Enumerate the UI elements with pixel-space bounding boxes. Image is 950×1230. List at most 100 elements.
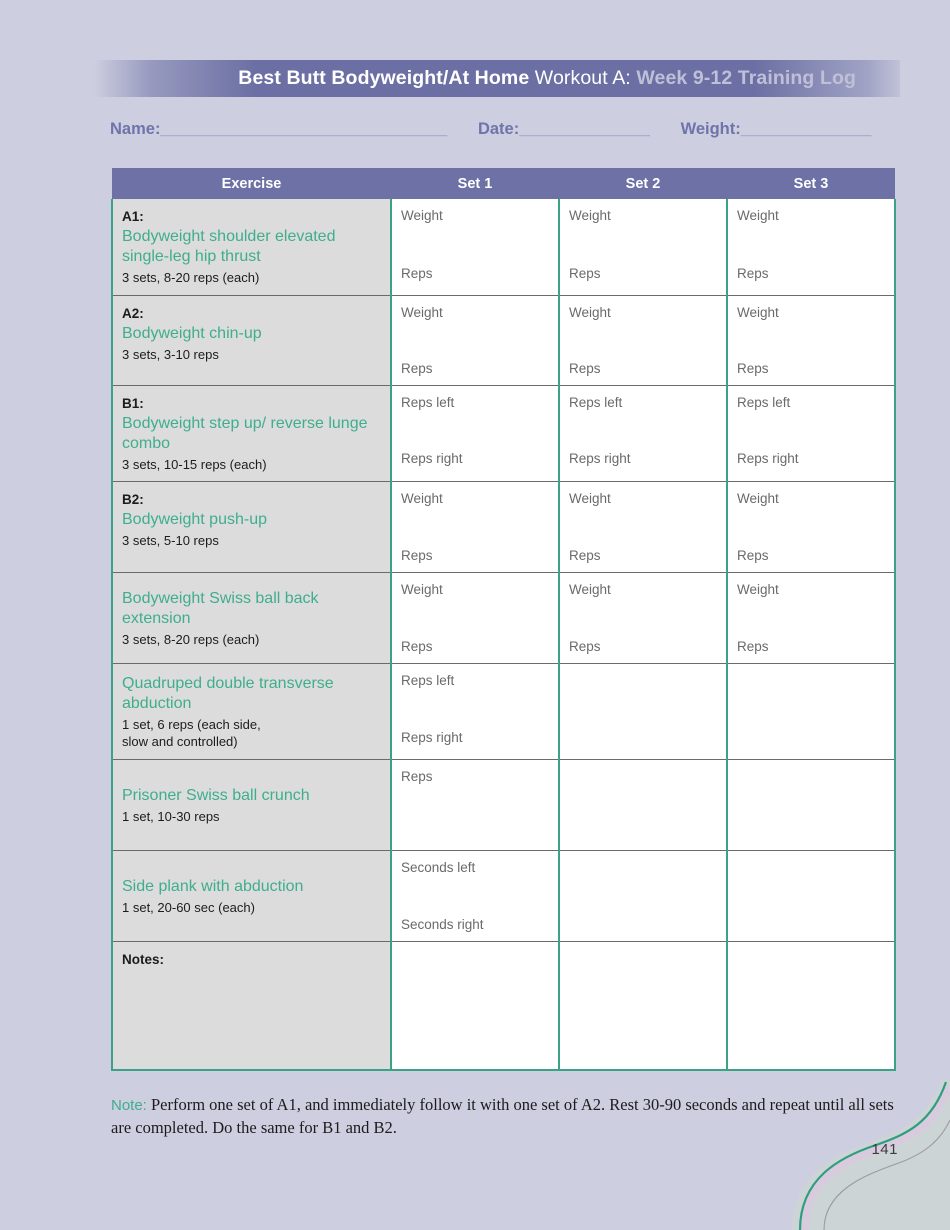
- set-label-top: Weight: [737, 582, 779, 598]
- set-1-cell[interactable]: Weight Reps: [390, 572, 559, 665]
- page-number: 141: [871, 1141, 898, 1158]
- set-cell-inner: [560, 760, 726, 850]
- set-label-top: Weight: [569, 208, 611, 223]
- set-cell-inner: Weight Reps: [392, 199, 558, 290]
- exercise-detail: 1 set, 20-60 sec (each): [122, 900, 255, 916]
- set-2-cell[interactable]: [558, 850, 727, 943]
- title-workout: Workout A:: [534, 67, 631, 89]
- set-cell-inner: Seconds left Seconds right: [392, 851, 558, 941]
- exercise-cell: B2: Bodyweight push-up 3 sets, 5-10 reps: [111, 481, 392, 574]
- set-label-bottom: Reps: [737, 548, 769, 564]
- set-label-bottom: Reps: [401, 639, 433, 655]
- set-label-bottom: Reps: [401, 548, 433, 564]
- page-title: Best Butt Bodyweight/At Home Workout A: …: [238, 67, 856, 90]
- set-label-top: Weight: [569, 582, 611, 598]
- set-label-top: Weight: [737, 208, 779, 223]
- set-1-cell[interactable]: Seconds left Seconds right: [390, 850, 559, 943]
- set-3-cell[interactable]: [726, 941, 896, 1072]
- exercise-name: Prisoner Swiss ball crunch: [122, 787, 310, 805]
- exercise-cell: Notes:: [111, 941, 392, 1072]
- set-cell-inner: Weight Reps: [560, 573, 726, 663]
- set-cell-inner: Weight Reps: [392, 573, 558, 663]
- set-1-cell[interactable]: [390, 941, 559, 1072]
- set-2-cell[interactable]: Weight Reps: [558, 481, 727, 574]
- column-header-exercise: Exercise: [112, 168, 391, 199]
- table-header: Exercise Set 1 Set 2 Set 3: [112, 168, 895, 199]
- set-cell-inner: Weight Reps: [728, 296, 894, 385]
- title-bar: Best Butt Bodyweight/At Home Workout A: …: [94, 60, 900, 97]
- title-series: Best Butt Bodyweight/At Home: [238, 67, 530, 89]
- table-row: Quadruped double transverse abduction 1 s…: [111, 663, 896, 761]
- exercise-name: Bodyweight chin-up: [122, 324, 262, 342]
- name-field[interactable]: Name:_________________________________: [110, 120, 447, 139]
- set-cell-inner: [728, 942, 894, 1069]
- footer-note: Note: Perform one set of A1, and immedia…: [111, 1093, 901, 1140]
- set-cell-inner: [560, 664, 726, 754]
- exercise-detail: 3 sets, 8-20 reps (each): [122, 632, 260, 648]
- set-cell-inner: Reps left Reps right: [560, 386, 726, 475]
- set-label-bottom: Reps: [569, 265, 601, 281]
- set-label-bottom: Reps: [737, 360, 769, 376]
- set-3-cell[interactable]: Weight Reps: [726, 295, 896, 386]
- set-1-cell[interactable]: Weight Reps: [390, 199, 559, 296]
- set-2-cell[interactable]: Weight Reps: [558, 295, 727, 386]
- set-2-cell[interactable]: Weight Reps: [558, 572, 727, 665]
- set-label-bottom: Reps: [569, 639, 601, 655]
- set-cell-inner: [392, 942, 558, 1069]
- exercise-tag: Notes:: [122, 952, 165, 968]
- table-row: B1: Bodyweight step up/ reverse lunge com…: [111, 385, 896, 483]
- set-1-cell[interactable]: Weight Reps: [390, 295, 559, 386]
- weight-label: Weight:: [680, 120, 741, 138]
- set-label-bottom: Reps: [737, 639, 769, 655]
- set-1-cell[interactable]: Reps left Reps right: [390, 663, 559, 761]
- set-cell-inner: [728, 851, 894, 941]
- set-2-cell[interactable]: Reps left Reps right: [558, 385, 727, 483]
- exercise-name: Bodyweight step up/ reverse lunge combo: [122, 414, 368, 452]
- set-label-bottom: Reps: [737, 265, 769, 281]
- set-label-bottom: Reps: [569, 548, 601, 564]
- table-row: Prisoner Swiss ball crunch 1 set, 10-30 r…: [111, 759, 896, 852]
- exercise-name: Bodyweight shoulder elevated single-leg …: [122, 227, 336, 265]
- set-3-cell[interactable]: Reps left Reps right: [726, 385, 896, 483]
- exercise-detail: 3 sets, 10-15 reps (each): [122, 456, 267, 472]
- set-label-top: Weight: [401, 208, 443, 223]
- table-row: Bodyweight Swiss ball back extension 3 se…: [111, 572, 896, 665]
- note-text: Perform one set of A1, and immediately f…: [111, 1095, 894, 1138]
- set-1-cell[interactable]: Weight Reps: [390, 481, 559, 574]
- exercise-detail: 1 set, 6 reps (each side, slow and contro…: [122, 717, 261, 750]
- exercise-tag: B2:: [122, 492, 144, 508]
- set-2-cell[interactable]: [558, 759, 727, 852]
- set-3-cell[interactable]: Weight Reps: [726, 572, 896, 665]
- set-cell-inner: Weight Reps: [728, 482, 894, 572]
- column-header-set-1: Set 1: [391, 168, 559, 199]
- set-1-cell[interactable]: Reps left Reps right: [390, 385, 559, 483]
- set-label-bottom: Reps: [569, 360, 601, 376]
- set-3-cell[interactable]: [726, 850, 896, 943]
- set-2-cell[interactable]: Weight Reps: [558, 199, 727, 296]
- set-2-cell[interactable]: [558, 941, 727, 1072]
- set-label-bottom: Reps right: [401, 450, 463, 466]
- weight-field[interactable]: Weight:_______________: [680, 120, 872, 139]
- column-header-set-3: Set 3: [727, 168, 895, 199]
- weight-rule: _______________: [740, 120, 872, 138]
- set-3-cell[interactable]: [726, 663, 896, 761]
- set-3-cell[interactable]: Weight Reps: [726, 199, 896, 296]
- exercise-detail: 3 sets, 5-10 reps: [122, 533, 219, 549]
- set-3-cell[interactable]: [726, 759, 896, 852]
- set-2-cell[interactable]: [558, 663, 727, 761]
- set-cell-inner: Reps left Reps right: [392, 664, 558, 754]
- table-row: Side plank with abduction 1 set, 20-60 se…: [111, 850, 896, 943]
- set-cell-inner: Weight Reps: [560, 296, 726, 385]
- set-1-cell[interactable]: Reps: [390, 759, 559, 852]
- exercise-tag: A1:: [122, 209, 144, 224]
- date-field[interactable]: Date:_______________: [478, 120, 650, 139]
- date-rule: _______________: [519, 120, 650, 138]
- set-cell-inner: Reps: [392, 760, 558, 850]
- table-body: A1: Bodyweight shoulder elevated single-l…: [111, 199, 896, 1072]
- set-cell-inner: Weight Reps: [560, 199, 726, 290]
- set-cell-inner: [728, 760, 894, 850]
- name-rule: _________________________________: [160, 120, 447, 138]
- set-3-cell[interactable]: Weight Reps: [726, 481, 896, 574]
- title-week: Week 9-12 Training Log: [636, 67, 856, 89]
- set-label-bottom: Reps right: [401, 730, 463, 746]
